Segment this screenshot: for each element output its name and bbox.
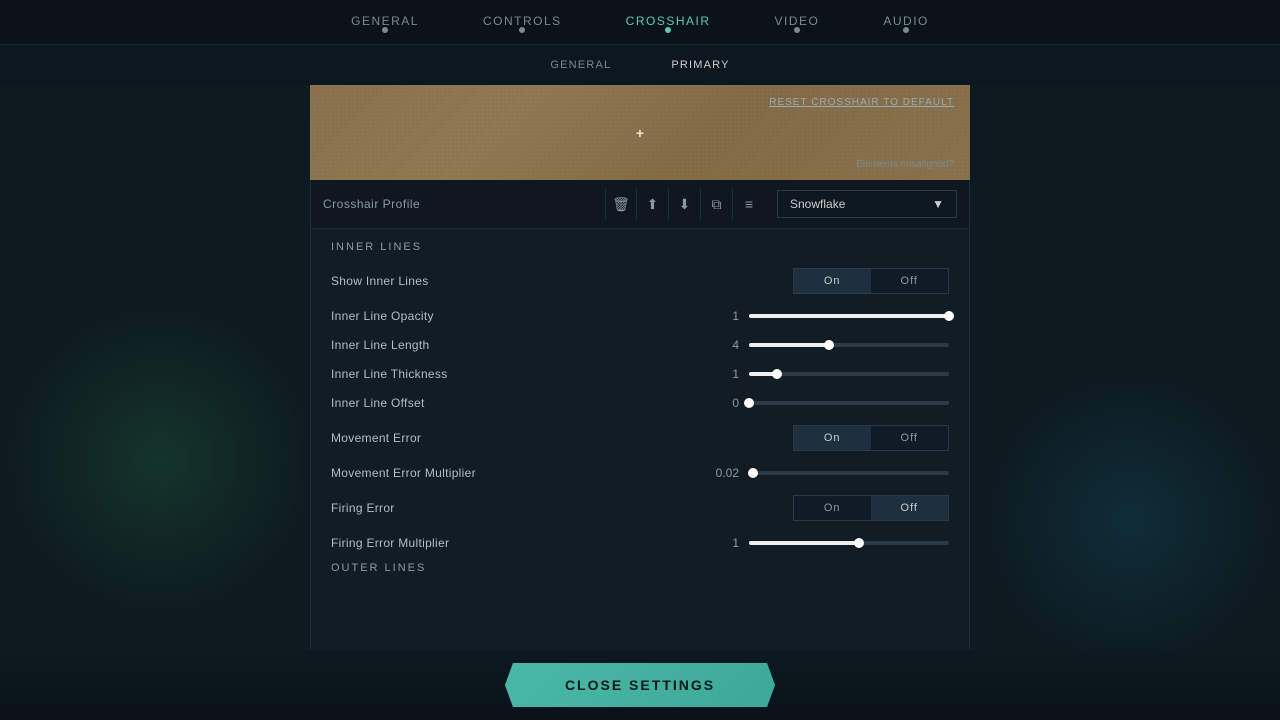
- profile-copy-button[interactable]: ⧉: [701, 188, 733, 220]
- nav-label-controls: CONTROLS: [483, 0, 562, 28]
- setting-label-inner-line-thickness: Inner Line Thickness: [331, 367, 704, 381]
- setting-label-movement-error: Movement Error: [331, 431, 793, 445]
- slider-inner-line-thickness[interactable]: [749, 372, 949, 376]
- setting-label-movement-error-multiplier: Movement Error Multiplier: [331, 466, 704, 480]
- toggle-show-inner-lines: On Off: [793, 268, 949, 294]
- setting-label-inner-line-opacity: Inner Line Opacity: [331, 309, 704, 323]
- setting-row-movement-error: Movement Error On Off: [311, 418, 969, 459]
- close-btn-area: CLOSE SETTINGS: [0, 650, 1280, 720]
- slider-inner-line-opacity[interactable]: [749, 314, 949, 318]
- profile-selected-value: Snowflake: [790, 197, 845, 211]
- setting-controls-inner-line-offset: 0: [704, 396, 949, 410]
- subnav-primary[interactable]: PRIMARY: [641, 59, 759, 71]
- nav-label-general: GENERAL: [351, 0, 419, 28]
- slider-inner-line-length[interactable]: [749, 343, 949, 347]
- toggle-on-movement-error[interactable]: On: [794, 426, 871, 450]
- slider-inner-line-offset[interactable]: [749, 401, 949, 405]
- profile-dropdown[interactable]: Snowflake ▼: [777, 190, 957, 218]
- setting-controls-inner-line-opacity: 1: [704, 309, 949, 323]
- toggle-firing-error: On Off: [793, 495, 949, 521]
- setting-controls-firing-error-multiplier: 1: [704, 536, 949, 550]
- setting-controls-inner-line-thickness: 1: [704, 367, 949, 381]
- slider-movement-error-multiplier[interactable]: [749, 471, 949, 475]
- value-inner-line-opacity: 1: [704, 309, 739, 323]
- profile-label: Crosshair Profile: [323, 197, 605, 211]
- toggle-movement-error: On Off: [793, 425, 949, 451]
- setting-row-show-inner-lines: Show Inner Lines On Off: [311, 261, 969, 302]
- close-settings-button[interactable]: CLOSE SETTINGS: [505, 663, 775, 707]
- settings-scroll[interactable]: INNER LINES Show Inner Lines On Off Inne…: [311, 229, 969, 649]
- nav-label-video: VIDEO: [775, 0, 820, 28]
- top-nav: GENERAL CONTROLS CROSSHAIR VIDEO AUDIO: [0, 0, 1280, 45]
- toggle-off-firing-error[interactable]: Off: [871, 496, 948, 520]
- toggle-off-movement-error[interactable]: Off: [871, 426, 948, 450]
- profile-delete-button[interactable]: 🗑: [605, 188, 637, 220]
- setting-controls-firing-error: On Off: [793, 495, 949, 521]
- profile-upload-button[interactable]: ⬆: [637, 188, 669, 220]
- reset-crosshair-button[interactable]: RESET CROSSHAIR TO DEFAULT: [769, 97, 954, 108]
- upload-icon: ⬆: [647, 196, 659, 213]
- chevron-down-icon: ▼: [932, 197, 944, 211]
- toggle-off-show-inner-lines[interactable]: Off: [871, 269, 948, 293]
- setting-row-inner-line-opacity: Inner Line Opacity 1: [311, 302, 969, 331]
- setting-row-inner-line-offset: Inner Line Offset 0: [311, 389, 969, 418]
- profile-edit-button[interactable]: ≡: [733, 188, 765, 220]
- profile-bar: Crosshair Profile 🗑 ⬆ ⬇ ⧉ ≡ Snowflake ▼: [311, 180, 969, 229]
- setting-controls-show-inner-lines: On Off: [793, 268, 949, 294]
- elements-misaligned-link[interactable]: Elements misaligned?: [856, 159, 954, 170]
- setting-label-firing-error-multiplier: Firing Error Multiplier: [331, 536, 704, 550]
- toggle-on-firing-error[interactable]: On: [794, 496, 871, 520]
- trash-icon: 🗑: [612, 196, 630, 213]
- outer-lines-header: OUTER LINES: [311, 558, 969, 582]
- nav-item-controls[interactable]: CONTROLS: [451, 0, 594, 28]
- sub-nav: GENERAL PRIMARY: [0, 45, 1280, 85]
- toggle-on-show-inner-lines[interactable]: On: [794, 269, 871, 293]
- nav-item-video[interactable]: VIDEO: [743, 0, 852, 28]
- setting-controls-movement-error: On Off: [793, 425, 949, 451]
- nav-item-crosshair[interactable]: CROSSHAIR: [594, 0, 743, 28]
- nav-dot-controls: [519, 27, 525, 33]
- profile-download-button[interactable]: ⬇: [669, 188, 701, 220]
- setting-label-inner-line-offset: Inner Line Offset: [331, 396, 704, 410]
- setting-row-firing-error-multiplier: Firing Error Multiplier 1: [311, 529, 969, 558]
- setting-controls-inner-line-length: 4: [704, 338, 949, 352]
- setting-row-inner-line-length: Inner Line Length 4: [311, 331, 969, 360]
- inner-lines-header: INNER LINES: [311, 229, 969, 261]
- main-content: Crosshair Profile 🗑 ⬆ ⬇ ⧉ ≡ Snowflake ▼: [310, 180, 970, 649]
- nav-dot-general: [382, 27, 388, 33]
- setting-label-firing-error: Firing Error: [331, 501, 793, 515]
- setting-label-inner-line-length: Inner Line Length: [331, 338, 704, 352]
- slider-firing-error-multiplier[interactable]: [749, 541, 949, 545]
- nav-label-audio: AUDIO: [883, 0, 929, 28]
- nav-dot-audio: [903, 27, 909, 33]
- copy-icon: ⧉: [712, 196, 722, 213]
- setting-controls-movement-error-multiplier: 0.02: [704, 466, 949, 480]
- value-inner-line-offset: 0: [704, 396, 739, 410]
- setting-row-movement-error-multiplier: Movement Error Multiplier 0.02: [311, 459, 969, 488]
- value-movement-error-multiplier: 0.02: [704, 466, 739, 480]
- value-inner-line-length: 4: [704, 338, 739, 352]
- download-icon: ⬇: [679, 196, 691, 213]
- nav-item-general[interactable]: GENERAL: [319, 0, 451, 28]
- nav-dot-video: [794, 27, 800, 33]
- nav-dot-crosshair: [665, 27, 671, 33]
- crosshair-preview: + RESET CROSSHAIR TO DEFAULT Elements mi…: [310, 85, 970, 180]
- value-firing-error-multiplier: 1: [704, 536, 739, 550]
- value-inner-line-thickness: 1: [704, 367, 739, 381]
- nav-label-crosshair: CROSSHAIR: [626, 0, 711, 28]
- edit-icon: ≡: [745, 196, 753, 212]
- setting-label-show-inner-lines: Show Inner Lines: [331, 274, 793, 288]
- crosshair-symbol: +: [636, 125, 644, 141]
- setting-row-firing-error: Firing Error On Off: [311, 488, 969, 529]
- profile-icons: 🗑 ⬆ ⬇ ⧉ ≡: [605, 188, 765, 220]
- setting-row-inner-line-thickness: Inner Line Thickness 1: [311, 360, 969, 389]
- subnav-general[interactable]: GENERAL: [520, 59, 641, 71]
- nav-item-audio[interactable]: AUDIO: [851, 0, 961, 28]
